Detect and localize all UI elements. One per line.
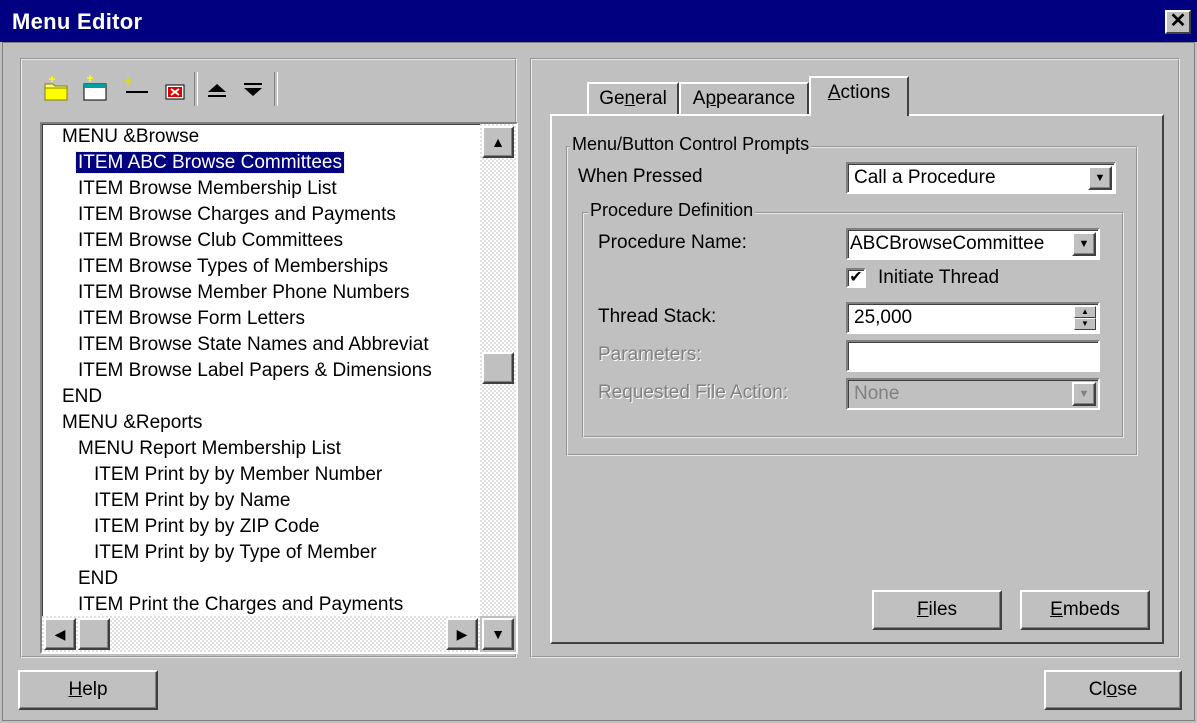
tree-item-label: MENU &Browse bbox=[62, 126, 200, 147]
file-action-value: None bbox=[854, 383, 900, 404]
actions-tab-page: Menu/Button Control Prompts When Pressed… bbox=[550, 114, 1164, 644]
thread-stack-value: 25,000 bbox=[854, 307, 913, 328]
tree-item[interactable]: ITEM Print by by Name bbox=[42, 488, 480, 514]
tree-item-label: ITEM Browse Membership List bbox=[78, 178, 337, 199]
toolbar-separator bbox=[274, 72, 278, 106]
tree-item[interactable]: ITEM Browse Label Papers & Dimensions bbox=[42, 358, 480, 384]
tree-item-label: ITEM Browse Club Committees bbox=[78, 230, 344, 251]
scroll-up-button[interactable]: ▲ bbox=[482, 126, 514, 158]
menu-tree-list: MENU &Browse ITEM ABC Browse Committees IT… bbox=[42, 124, 480, 616]
procedure-name-value: ABCBrowseCommittee bbox=[850, 233, 1045, 254]
tree-item-label: ITEM Print by by Member Number bbox=[94, 464, 383, 485]
thread-stack-input[interactable]: 25,000 ▲ ▼ bbox=[846, 302, 1100, 334]
tree-item-label: MENU &Reports bbox=[62, 412, 203, 433]
thread-stack-spinner[interactable]: ▲ ▼ bbox=[1074, 306, 1096, 330]
menu-tree-panel: MENU &Browse ITEM ABC Browse Committees IT… bbox=[20, 58, 518, 658]
embeds-button[interactable]: Embeds bbox=[1020, 590, 1150, 630]
new-separator-icon[interactable] bbox=[120, 74, 150, 104]
tree-item[interactable]: ITEM Browse Charges and Payments bbox=[42, 202, 480, 228]
tree-item[interactable]: ITEM Browse Form Letters bbox=[42, 306, 480, 332]
toolbar-separator bbox=[194, 72, 198, 106]
parameters-label: Parameters: bbox=[598, 344, 702, 365]
scroll-right-button[interactable]: ▶ bbox=[446, 618, 478, 650]
spin-down-icon[interactable]: ▼ bbox=[1074, 318, 1096, 330]
tree-item[interactable]: ITEM Browse Types of Memberships bbox=[42, 254, 480, 280]
tree-item-label: ITEM Browse Types of Memberships bbox=[78, 256, 389, 277]
checkmark-icon: ✔ bbox=[849, 269, 863, 286]
file-action-dropdown: None ▼ bbox=[846, 378, 1100, 410]
properties-panel: General Appearance Actions Menu/Button C… bbox=[530, 58, 1180, 658]
file-action-label: Requested File Action: bbox=[598, 382, 789, 403]
new-menu-icon[interactable] bbox=[42, 74, 72, 104]
toolbar bbox=[42, 66, 362, 114]
tree-item-label: ITEM Browse State Names and Abbreviat bbox=[78, 334, 429, 355]
vertical-scrollbar[interactable]: ▲ bbox=[480, 124, 516, 616]
tab-appearance[interactable]: Appearance bbox=[679, 82, 809, 114]
tab-actions[interactable]: Actions bbox=[809, 76, 909, 116]
tree-item-label: ITEM Print by by Type of Member bbox=[94, 542, 377, 563]
parameters-input bbox=[846, 340, 1100, 372]
tree-item[interactable]: ITEM Print by by Member Number bbox=[42, 462, 480, 488]
horizontal-scrollbar[interactable]: ◀ ▶ bbox=[42, 616, 480, 652]
tree-item-label: ITEM ABC Browse Committees bbox=[75, 151, 345, 174]
tree-item[interactable]: END bbox=[42, 384, 480, 410]
scroll-left-button[interactable]: ◀ bbox=[44, 618, 76, 650]
close-button[interactable]: Close bbox=[1044, 670, 1182, 710]
new-item-icon[interactable] bbox=[80, 74, 110, 104]
move-down-icon[interactable] bbox=[238, 74, 268, 104]
tree-item-label: ITEM Print the Charges and Payments bbox=[78, 594, 404, 615]
delete-icon[interactable] bbox=[160, 74, 190, 104]
title-bar: Menu Editor ✕ bbox=[0, 0, 1197, 42]
scrollbar-corner: ▼ bbox=[480, 616, 516, 652]
files-button[interactable]: Files bbox=[872, 590, 1002, 630]
dropdown-arrow-icon: ▼ bbox=[1072, 382, 1096, 406]
move-up-icon[interactable] bbox=[202, 74, 232, 104]
tree-item-label: ITEM Browse Label Papers & Dimensions bbox=[78, 360, 432, 381]
when-pressed-value: Call a Procedure bbox=[854, 167, 996, 188]
tree-item[interactable]: ITEM Print the Charges and Payments bbox=[42, 592, 480, 616]
tree-item[interactable]: ITEM Browse Membership List bbox=[42, 176, 480, 202]
tree-item[interactable]: END bbox=[42, 566, 480, 592]
close-window-button[interactable]: ✕ bbox=[1165, 10, 1191, 34]
procedure-name-label: Procedure Name: bbox=[598, 232, 747, 253]
when-pressed-dropdown[interactable]: Call a Procedure ▼ bbox=[846, 162, 1116, 194]
tree-item[interactable]: MENU Report Membership List bbox=[42, 436, 480, 462]
tree-item[interactable]: MENU &Reports bbox=[42, 410, 480, 436]
tree-item[interactable]: ITEM Browse Member Phone Numbers bbox=[42, 280, 480, 306]
procedure-name-dropdown[interactable]: ABCBrowseCommittee ▼ bbox=[846, 228, 1100, 260]
control-prompts-group-label: Menu/Button Control Prompts bbox=[570, 134, 812, 155]
when-pressed-label: When Pressed bbox=[578, 166, 703, 187]
tree-item-label: END bbox=[62, 386, 103, 407]
scroll-hthumb[interactable] bbox=[78, 618, 110, 650]
tree-item[interactable]: ITEM Browse State Names and Abbreviat bbox=[42, 332, 480, 358]
dropdown-arrow-icon[interactable]: ▼ bbox=[1088, 166, 1112, 190]
tree-item[interactable]: ITEM ABC Browse Committees bbox=[42, 150, 480, 176]
initiate-thread-checkbox[interactable]: ✔ bbox=[846, 268, 866, 288]
tree-item[interactable]: ITEM Print by by Type of Member bbox=[42, 540, 480, 566]
tree-item-label: ITEM Browse Member Phone Numbers bbox=[78, 282, 410, 303]
tree-item-label: ITEM Browse Charges and Payments bbox=[78, 204, 396, 225]
tab-general[interactable]: General bbox=[587, 82, 679, 114]
tree-item-label: MENU Report Membership List bbox=[78, 438, 341, 459]
tree-item[interactable]: ITEM Browse Club Committees bbox=[42, 228, 480, 254]
scroll-thumb[interactable] bbox=[482, 352, 514, 384]
tree-item-label: ITEM Print by by ZIP Code bbox=[94, 516, 320, 537]
procedure-definition-label: Procedure Definition bbox=[588, 200, 756, 221]
window-title: Menu Editor bbox=[12, 9, 143, 34]
help-button[interactable]: Help bbox=[18, 670, 158, 710]
initiate-thread-label: Initiate Thread bbox=[878, 267, 1000, 288]
spin-up-icon[interactable]: ▲ bbox=[1074, 306, 1096, 318]
tree-item-label: ITEM Print by by Name bbox=[94, 490, 291, 511]
tree-item[interactable]: MENU &Browse bbox=[42, 124, 480, 150]
menu-tree[interactable]: MENU &Browse ITEM ABC Browse Committees IT… bbox=[40, 122, 518, 654]
tree-item[interactable]: ITEM Print by by ZIP Code bbox=[42, 514, 480, 540]
tree-item-label: ITEM Browse Form Letters bbox=[78, 308, 305, 329]
thread-stack-label: Thread Stack: bbox=[598, 306, 717, 327]
tree-item-label: END bbox=[78, 568, 119, 589]
dropdown-arrow-icon[interactable]: ▼ bbox=[1072, 232, 1096, 256]
scroll-down-button[interactable]: ▼ bbox=[482, 618, 514, 650]
